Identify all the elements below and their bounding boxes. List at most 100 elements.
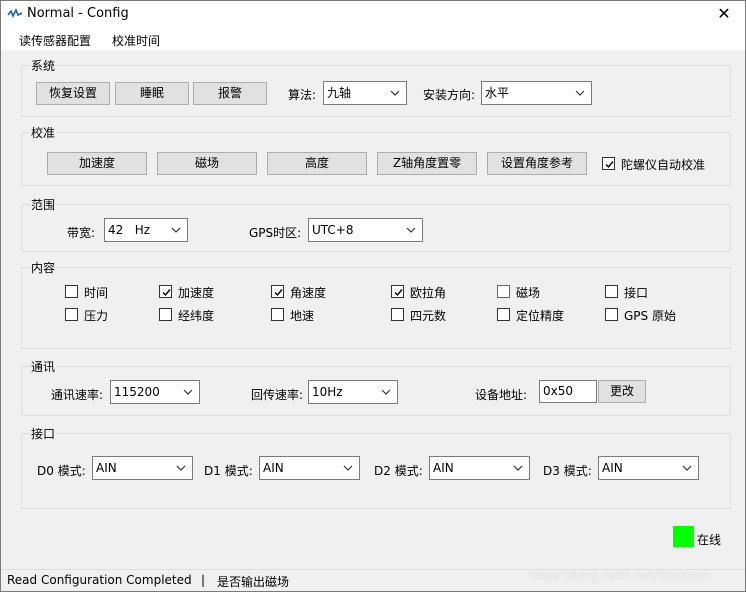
title-bar[interactable]: Normal - Config ✕ (1, 1, 745, 28)
ports-group-title: 接口 (30, 425, 57, 442)
algorithm-label: 算法: (288, 88, 317, 102)
mount-direction-select[interactable]: 水平 (481, 81, 592, 105)
d1-mode-select[interactable]: AIN (259, 456, 360, 480)
checkbox-box (602, 157, 615, 170)
content-group: 内容 时间 加速度 角速度 欧拉角 磁场 接口 压力 经纬度 地速 四元数 定位… (21, 259, 731, 349)
calibrate-accel-button[interactable]: 加速度 (47, 152, 147, 175)
return-rate-select[interactable]: 10Hz (308, 380, 398, 404)
mount-direction-value: 水平 (485, 86, 510, 100)
bandwidth-value: 42 Hz (108, 223, 151, 237)
d1-mode-value: AIN (263, 461, 284, 475)
algorithm-select[interactable]: 九轴 (323, 81, 407, 105)
change-address-button[interactable]: 更改 (598, 380, 646, 403)
content-pressure-checkbox[interactable]: 压力 (65, 308, 135, 323)
gps-timezone-select[interactable]: UTC+8 (308, 218, 423, 242)
chevron-down-icon (682, 465, 692, 471)
system-group: 系统 恢复设置 睡眠 报警 算法: 九轴 安装方向: 水平 (21, 57, 731, 117)
chevron-down-icon (381, 389, 391, 395)
menu-read-sensor-config[interactable]: 读传感器配置 (19, 32, 91, 49)
checkbox-box (271, 285, 284, 298)
content-lat-lon-checkbox[interactable]: 经纬度 (159, 308, 239, 323)
content-position-accuracy-checkbox[interactable]: 定位精度 (497, 308, 587, 323)
sleep-button[interactable]: 睡眠 (115, 82, 189, 105)
menu-calibrate-time[interactable]: 校准时间 (112, 32, 160, 49)
calibrate-height-button[interactable]: 高度 (267, 152, 367, 175)
d0-mode-value: AIN (96, 461, 117, 475)
checkbox-box (605, 285, 618, 298)
d2-mode-value: AIN (433, 461, 454, 475)
mount-direction-label: 安装方向: (423, 88, 476, 102)
bandwidth-select[interactable]: 42 Hz (104, 218, 188, 242)
ports-group: 接口 D0 模式: AIN D1 模式: AIN D2 模式: AIN D3 模… (21, 425, 731, 509)
content-angular-velocity-label: 角速度 (290, 286, 327, 300)
z-angle-zero-button[interactable]: Z轴角度置零 (377, 152, 477, 175)
content-ground-speed-label: 地速 (290, 309, 315, 323)
return-rate-label: 回传速率: (251, 388, 304, 402)
bandwidth-label: 带宽: (67, 226, 96, 240)
chevron-down-icon (183, 389, 193, 395)
content-ground-speed-checkbox[interactable]: 地速 (271, 308, 351, 323)
checkbox-box (159, 285, 172, 298)
status-separator: | (201, 573, 206, 587)
content-angular-velocity-checkbox[interactable]: 角速度 (271, 285, 351, 300)
content-magnetic-label: 磁场 (516, 286, 541, 300)
calibration-group: 校准 加速度 磁场 高度 Z轴角度置零 设置角度参考 陀螺仪自动校准 (21, 124, 731, 186)
checkbox-box (65, 308, 78, 321)
d0-mode-label: D0 模式: (37, 464, 86, 478)
comm-group-title: 通讯 (30, 358, 57, 375)
range-group: 范围 带宽: 42 Hz GPS时区: UTC+8 (21, 196, 731, 252)
restore-settings-button[interactable]: 恢复设置 (36, 82, 110, 105)
chevron-down-icon (171, 227, 181, 233)
content-gps-raw-label: GPS 原始 (624, 309, 676, 323)
set-angle-reference-button[interactable]: 设置角度参考 (487, 152, 587, 175)
window-title: Normal - Config (27, 6, 129, 21)
return-rate-value: 10Hz (312, 385, 343, 399)
d2-mode-select[interactable]: AIN (429, 456, 530, 480)
d2-mode-label: D2 模式: (374, 464, 423, 478)
alarm-button[interactable]: 报警 (193, 82, 267, 105)
content-acceleration-checkbox[interactable]: 加速度 (159, 285, 239, 300)
checkbox-box (391, 308, 404, 321)
status-message: Read Configuration Completed (7, 573, 192, 587)
watermark: https://blog.csdn.net/lzzzzzzm (529, 569, 711, 583)
device-address-input[interactable]: 0x50 (539, 380, 597, 403)
content-group-title: 内容 (30, 259, 57, 276)
content-euler-angle-checkbox[interactable]: 欧拉角 (391, 285, 471, 300)
baud-rate-value: 115200 (114, 385, 160, 399)
system-group-title: 系统 (30, 57, 57, 74)
close-button[interactable]: ✕ (703, 1, 745, 28)
gps-timezone-value: UTC+8 (312, 223, 354, 237)
config-window: Normal - Config ✕ 读传感器配置 校准时间 系统 恢复设置 睡眠… (0, 0, 746, 592)
checkmark-icon (605, 161, 614, 169)
online-status-label: 在线 (697, 533, 722, 547)
device-address-label: 设备地址: (475, 388, 528, 402)
online-status-light (673, 526, 694, 547)
baud-rate-select[interactable]: 115200 (110, 380, 200, 404)
content-euler-angle-label: 欧拉角 (410, 286, 447, 300)
range-group-title: 范围 (30, 196, 57, 213)
checkbox-box (605, 308, 618, 321)
checkbox-box (159, 308, 172, 321)
d3-mode-select[interactable]: AIN (598, 456, 699, 480)
content-quaternion-label: 四元数 (410, 309, 447, 323)
auto-gyro-calibration-checkbox[interactable]: 陀螺仪自动校准 (602, 157, 722, 172)
content-gps-raw-checkbox[interactable]: GPS 原始 (605, 308, 695, 323)
d0-mode-select[interactable]: AIN (92, 456, 193, 480)
content-pressure-label: 压力 (84, 309, 109, 323)
menu-bar: 读传感器配置 校准时间 (1, 28, 745, 50)
gps-timezone-label: GPS时区: (249, 226, 302, 240)
checkmark-icon (162, 289, 171, 297)
content-time-checkbox[interactable]: 时间 (65, 285, 135, 300)
content-port-checkbox[interactable]: 接口 (605, 285, 685, 300)
calibration-group-title: 校准 (30, 124, 57, 141)
content-port-label: 接口 (624, 286, 649, 300)
checkbox-box (497, 285, 510, 298)
baud-rate-label: 通讯速率: (51, 388, 104, 402)
checkmark-icon (394, 289, 403, 297)
auto-gyro-calibration-label: 陀螺仪自动校准 (621, 158, 706, 172)
calibrate-mag-button[interactable]: 磁场 (157, 152, 257, 175)
content-magnetic-checkbox[interactable]: 磁场 (497, 285, 577, 300)
content-quaternion-checkbox[interactable]: 四元数 (391, 308, 471, 323)
content-time-label: 时间 (84, 286, 109, 300)
chevron-down-icon (513, 465, 523, 471)
